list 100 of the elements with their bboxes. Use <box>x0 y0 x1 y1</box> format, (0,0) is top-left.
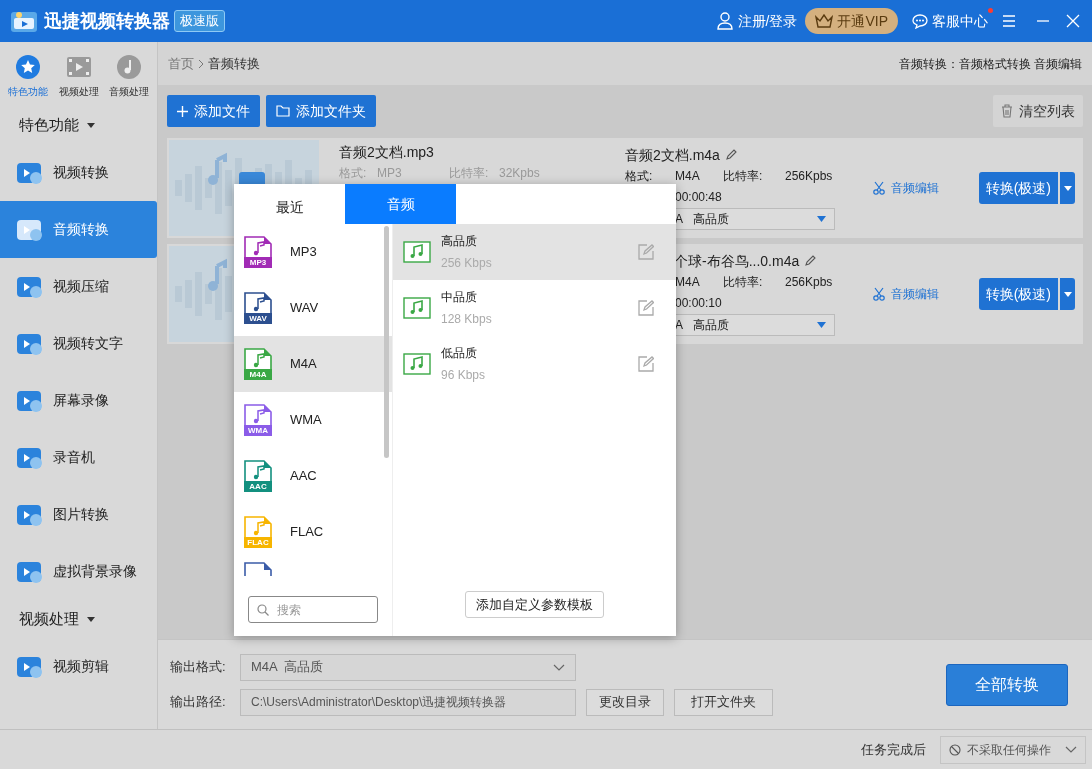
field-label: 输出路径: <box>170 693 227 712</box>
mode-tab[interactable]: 特色功能 <box>4 54 52 106</box>
close-icon[interactable] <box>1066 14 1080 28</box>
format-badge: AAC <box>244 481 272 492</box>
after-task-dropdown[interactable]: 不采取任何操作 <box>940 735 1086 764</box>
music-note-icon <box>403 241 431 263</box>
search-icon <box>257 603 269 616</box>
popup-tab[interactable]: 最近 <box>234 184 345 224</box>
sidebar-item[interactable]: 视频转文字 <box>0 315 157 372</box>
field-value: 32Kpbs <box>499 165 540 182</box>
vip-button[interactable]: 开通VIP <box>805 8 898 34</box>
preset-bitrate: 256 Kbps <box>441 255 493 272</box>
folder-icon <box>276 105 290 117</box>
field-label: 比特率: <box>723 274 764 291</box>
mode-tab[interactable]: 音频处理 <box>105 54 153 106</box>
field-value: 256Kpbs <box>785 168 833 185</box>
output-file-name: 音频2文档.m4a <box>625 145 720 165</box>
app-logo-icon <box>10 9 38 33</box>
add-file-button[interactable]: 添加文件 <box>167 95 260 127</box>
pencil-icon[interactable] <box>804 255 817 267</box>
section-header[interactable]: 特色功能 <box>19 113 79 137</box>
app-title: 迅捷视频转换器 <box>44 9 170 33</box>
duration-value: 00:00:10 <box>675 295 722 312</box>
prohibited-icon <box>949 743 961 756</box>
change-directory-button[interactable]: 更改目录 <box>586 688 664 716</box>
output-format-dropdown[interactable]: M4A 高品质 <box>240 653 576 681</box>
preset-bitrate: 96 Kbps <box>441 367 487 384</box>
login-link[interactable]: 注册/登录 <box>737 10 798 32</box>
caret-down-icon <box>87 616 95 622</box>
format-item[interactable]: M4A M4A <box>234 336 392 392</box>
music-disc-icon <box>116 54 142 80</box>
format-badge: FLAC <box>244 537 272 548</box>
format-badge: WAV <box>244 313 272 324</box>
add-template-button[interactable]: 添加自定义参数模板 <box>465 591 604 618</box>
sidebar-item[interactable]: 视频压缩 <box>0 258 157 315</box>
chat-icon <box>912 13 928 29</box>
sidebar-item[interactable]: 视频转换 <box>0 144 157 201</box>
chevron-down-icon <box>1065 746 1077 753</box>
feature-description: 音频转换：音频格式转换 音频编辑 <box>898 55 1082 73</box>
chevron-right-icon <box>197 58 205 69</box>
search-field[interactable]: 搜索 <box>248 596 378 623</box>
breadcrumb-item: 音频转换 <box>208 54 260 73</box>
scrollbar-thumb[interactable] <box>384 226 389 458</box>
field-value: M4A <box>675 168 701 185</box>
search-input[interactable]: 搜索 <box>277 600 357 619</box>
pencil-icon[interactable] <box>724 149 737 161</box>
sidebar-item[interactable]: 视频剪辑 <box>0 638 157 695</box>
sidebar-item[interactable]: 屏幕录像 <box>0 372 157 429</box>
field-label: 输出格式: <box>170 658 227 677</box>
trash-icon <box>1001 104 1013 118</box>
caret-down-icon <box>87 122 95 128</box>
preset-item[interactable]: 高品质 256 Kbps <box>393 224 676 280</box>
caret-down-icon <box>817 322 826 328</box>
convert-button[interactable]: 转换(极速) <box>978 278 1058 310</box>
format-badge: M4A <box>244 369 272 380</box>
field-label: 格式: <box>339 165 368 182</box>
menu-icon[interactable] <box>1002 14 1016 28</box>
field-value: 256Kpbs <box>785 274 833 291</box>
mode-tab[interactable]: 视频处理 <box>54 54 103 106</box>
support-link[interactable]: 客服中心 <box>932 13 988 29</box>
duration-value: 00:00:48 <box>675 189 722 206</box>
field-label: 比特率: <box>723 168 764 185</box>
chevron-down-icon <box>553 663 565 671</box>
audio-edit-link[interactable]: 音频编辑 <box>873 285 939 303</box>
preset-name: 低品质 <box>441 345 478 362</box>
user-icon <box>716 12 733 30</box>
crown-icon <box>815 14 834 28</box>
sidebar-item[interactable]: 音频转换 <box>0 201 157 258</box>
edit-icon[interactable] <box>638 356 654 372</box>
convert-options-button[interactable] <box>1060 172 1075 204</box>
open-folder-button[interactable]: 打开文件夹 <box>674 688 773 716</box>
music-note-icon <box>403 297 431 319</box>
preset-bitrate: 128 Kbps <box>441 311 493 328</box>
edition-badge: 极速版 <box>174 10 225 32</box>
film-icon <box>65 54 92 80</box>
field-value: MP3 <box>377 165 403 182</box>
sidebar-item[interactable]: 虚拟背景录像 <box>0 543 157 600</box>
field-label: 格式: <box>625 168 654 185</box>
section-header[interactable]: 视频处理 <box>19 607 79 631</box>
audio-edit-link[interactable]: 音频编辑 <box>873 179 939 197</box>
preset-name: 中品质 <box>441 289 478 306</box>
caret-down-icon <box>817 216 826 222</box>
clear-list-button[interactable]: 清空列表 <box>993 95 1083 127</box>
output-path-field[interactable]: C:\Users\Administrator\Desktop\迅捷视频转换器 <box>240 688 576 716</box>
edit-icon[interactable] <box>638 300 654 316</box>
convert-all-button[interactable]: 全部转换 <box>946 663 1068 706</box>
sidebar-item[interactable]: 录音机 <box>0 429 157 486</box>
plus-icon <box>177 105 188 117</box>
add-folder-button[interactable]: 添加文件夹 <box>266 95 376 127</box>
scissors-icon <box>873 181 885 195</box>
sidebar-item[interactable]: 图片转换 <box>0 486 157 543</box>
convert-button[interactable]: 转换(极速) <box>978 172 1058 204</box>
edit-icon[interactable] <box>638 244 654 260</box>
popup-tab[interactable]: 音频 <box>345 184 456 224</box>
convert-options-button[interactable] <box>1060 278 1075 310</box>
caret-down-icon <box>1063 185 1072 191</box>
format-badge: WMA <box>244 425 272 436</box>
format-badge: MP3 <box>244 257 272 268</box>
file-icon <box>244 562 272 576</box>
field-label: 任务完成后 <box>861 740 926 759</box>
